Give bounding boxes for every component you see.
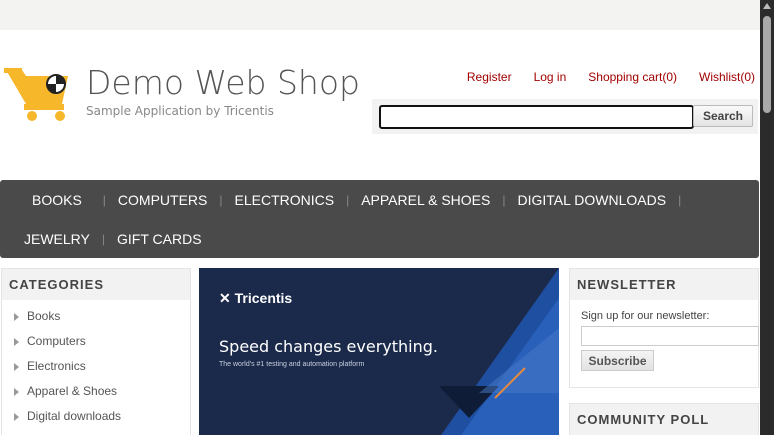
- scroll-up-icon[interactable]: [763, 3, 771, 9]
- menu-item-gift-cards[interactable]: GIFT CARDS: [117, 231, 202, 247]
- subscribe-button[interactable]: Subscribe: [581, 350, 654, 371]
- site-title[interactable]: Demo Web Shop: [86, 63, 360, 102]
- category-item-electronics[interactable]: Electronics: [2, 354, 190, 379]
- promo-banner[interactable]: ✕ Tricentis Speed changes everything. Th…: [199, 268, 559, 435]
- search-button[interactable]: Search: [693, 105, 753, 127]
- menu-item-computers[interactable]: COMPUTERS: [118, 192, 207, 208]
- wishlist-link[interactable]: Wishlist(0): [699, 70, 755, 84]
- header-links: Register Log in Shopping cart(0) Wishlis…: [467, 70, 755, 84]
- categories-list: Books Computers Electronics Apparel & Sh…: [2, 300, 190, 429]
- register-link[interactable]: Register: [467, 70, 512, 84]
- menu-separator: |: [346, 192, 350, 207]
- menu-item-electronics[interactable]: ELECTRONICS: [235, 192, 335, 208]
- categories-title: CATEGORIES: [2, 269, 190, 300]
- newsletter-email-input[interactable]: [581, 326, 759, 346]
- top-menu-row: BOOKS | COMPUTERS | ELECTRONICS | APPARE…: [0, 180, 693, 219]
- newsletter-title: NEWSLETTER: [570, 269, 758, 300]
- menu-item-books[interactable]: BOOKS: [32, 192, 82, 208]
- login-link[interactable]: Log in: [534, 70, 567, 84]
- caret-right-icon: [14, 337, 19, 346]
- caret-right-icon: [14, 387, 19, 396]
- caret-right-icon: [14, 362, 19, 371]
- banner-subline: The world's #1 testing and automation pl…: [219, 361, 365, 368]
- category-item-digital-downloads[interactable]: Digital downloads: [2, 404, 190, 429]
- top-menu: BOOKS | COMPUTERS | ELECTRONICS | APPARE…: [0, 180, 759, 258]
- banner-headline: Speed changes everything.: [219, 337, 438, 356]
- shopping-cart-link[interactable]: Shopping cart(0): [588, 70, 677, 84]
- menu-separator: |: [219, 192, 223, 207]
- search-input[interactable]: [379, 105, 694, 129]
- newsletter-label: Sign up for our newsletter:: [581, 310, 710, 322]
- site-subtitle: Sample Application by Tricentis: [86, 104, 274, 118]
- shopping-cart-icon[interactable]: [4, 66, 72, 122]
- menu-item-digital-downloads[interactable]: DIGITAL DOWNLOADS: [518, 192, 667, 208]
- search-box: Search: [372, 99, 758, 134]
- vertical-scrollbar[interactable]: [760, 0, 774, 435]
- top-menu-row: JEWELRY | GIFT CARDS: [0, 219, 202, 258]
- page: Demo Web Shop Sample Application by Tric…: [0, 30, 760, 435]
- scrollbar-thumb[interactable]: [763, 16, 771, 113]
- caret-right-icon: [14, 312, 19, 321]
- tricentis-logo: ✕ Tricentis: [219, 290, 293, 306]
- caret-right-icon: [14, 412, 19, 421]
- newsletter-block: NEWSLETTER Sign up for our newsletter: S…: [569, 268, 759, 388]
- category-item-books[interactable]: Books: [2, 304, 190, 329]
- menu-separator: |: [678, 192, 682, 207]
- menu-separator: |: [502, 192, 506, 207]
- menu-separator: |: [102, 192, 106, 207]
- menu-separator: |: [101, 231, 105, 246]
- category-item-computers[interactable]: Computers: [2, 329, 190, 354]
- categories-block: CATEGORIES Books Computers Electronics A…: [1, 268, 191, 435]
- community-poll-title: COMMUNITY POLL: [570, 404, 758, 435]
- menu-item-jewelry[interactable]: JEWELRY: [24, 231, 90, 247]
- community-poll-block: COMMUNITY POLL: [569, 403, 759, 435]
- menu-item-apparel-shoes[interactable]: APPAREL & SHOES: [361, 192, 490, 208]
- category-item-apparel-shoes[interactable]: Apparel & Shoes: [2, 379, 190, 404]
